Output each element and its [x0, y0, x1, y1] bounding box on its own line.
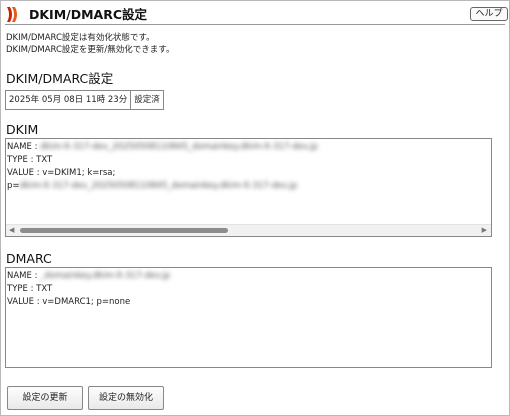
dmarc-name-label: NAME :	[7, 271, 41, 281]
dkim-public-key-label: p=	[7, 181, 20, 191]
settings-status-table: 2025年 05月 08日 11時 23分 設定済	[4, 90, 164, 110]
page-title: DKIM/DMARC設定	[29, 7, 148, 22]
dialog-frame: DKIM/DMARC設定 ヘルプ DKIM/DMARC設定は有効化状態です。 D…	[0, 0, 510, 416]
arrow-right-icon[interactable]: ▶	[482, 226, 487, 235]
brand-logo-icon	[7, 7, 17, 22]
dkim-public-key-line: p=dkim-lt-317-dev_20250508110845_domaink…	[7, 181, 297, 192]
dmarc-value-line: VALUE : v=DMARC1; p=none	[7, 297, 131, 307]
scrollbar-thumb[interactable]	[20, 228, 228, 233]
dkim-name-line: NAME : dkim-lt-317-dev_20250508110845_do…	[7, 142, 318, 153]
settings-section-title: DKIM/DMARC設定	[6, 71, 114, 86]
dmarc-type-line: TYPE : TXT	[7, 284, 53, 294]
dkim-type-line: TYPE : TXT	[7, 155, 53, 165]
page-header: DKIM/DMARC設定 ヘルプ	[5, 6, 508, 25]
help-button[interactable]: ヘルプ	[470, 7, 508, 21]
dmarc-section-title: DMARC	[6, 251, 52, 266]
dkim-horizontal-scrollbar[interactable]: ◀ ▶	[6, 224, 491, 236]
dkim-record-box[interactable]: NAME : dkim-lt-317-dev_20250508110845_do…	[5, 138, 492, 237]
update-settings-button[interactable]: 設定の更新	[7, 386, 83, 410]
arrow-left-icon[interactable]: ◀	[9, 226, 14, 235]
dmarc-name-line: NAME : _domainkey.dkim-lt-317-dev.jp	[7, 271, 170, 282]
disable-settings-button[interactable]: 設定の無効化	[88, 386, 164, 410]
dkim-name-value: dkim-lt-317-dev_20250508110845_domainkey…	[40, 142, 318, 152]
dkim-section-title: DKIM	[6, 122, 39, 137]
dkim-name-label: NAME :	[7, 142, 41, 152]
dkim-value-line: VALUE : v=DKIM1; k=rsa;	[7, 168, 116, 178]
status-description: DKIM/DMARC設定は有効化状態です。	[6, 33, 155, 43]
settings-timestamp: 2025年 05月 08日 11時 23分	[4, 90, 132, 110]
dmarc-name-value: _domainkey.dkim-lt-317-dev.jp	[40, 271, 171, 281]
dmarc-record-box[interactable]: NAME : _domainkey.dkim-lt-317-dev.jp TYP…	[5, 267, 492, 368]
settings-status: 設定済	[130, 90, 164, 110]
dkim-public-key-value: dkim-lt-317-dev_20250508110845_domainkey…	[19, 181, 298, 191]
action-description: DKIM/DMARC設定を更新/無効化できます。	[6, 45, 175, 55]
